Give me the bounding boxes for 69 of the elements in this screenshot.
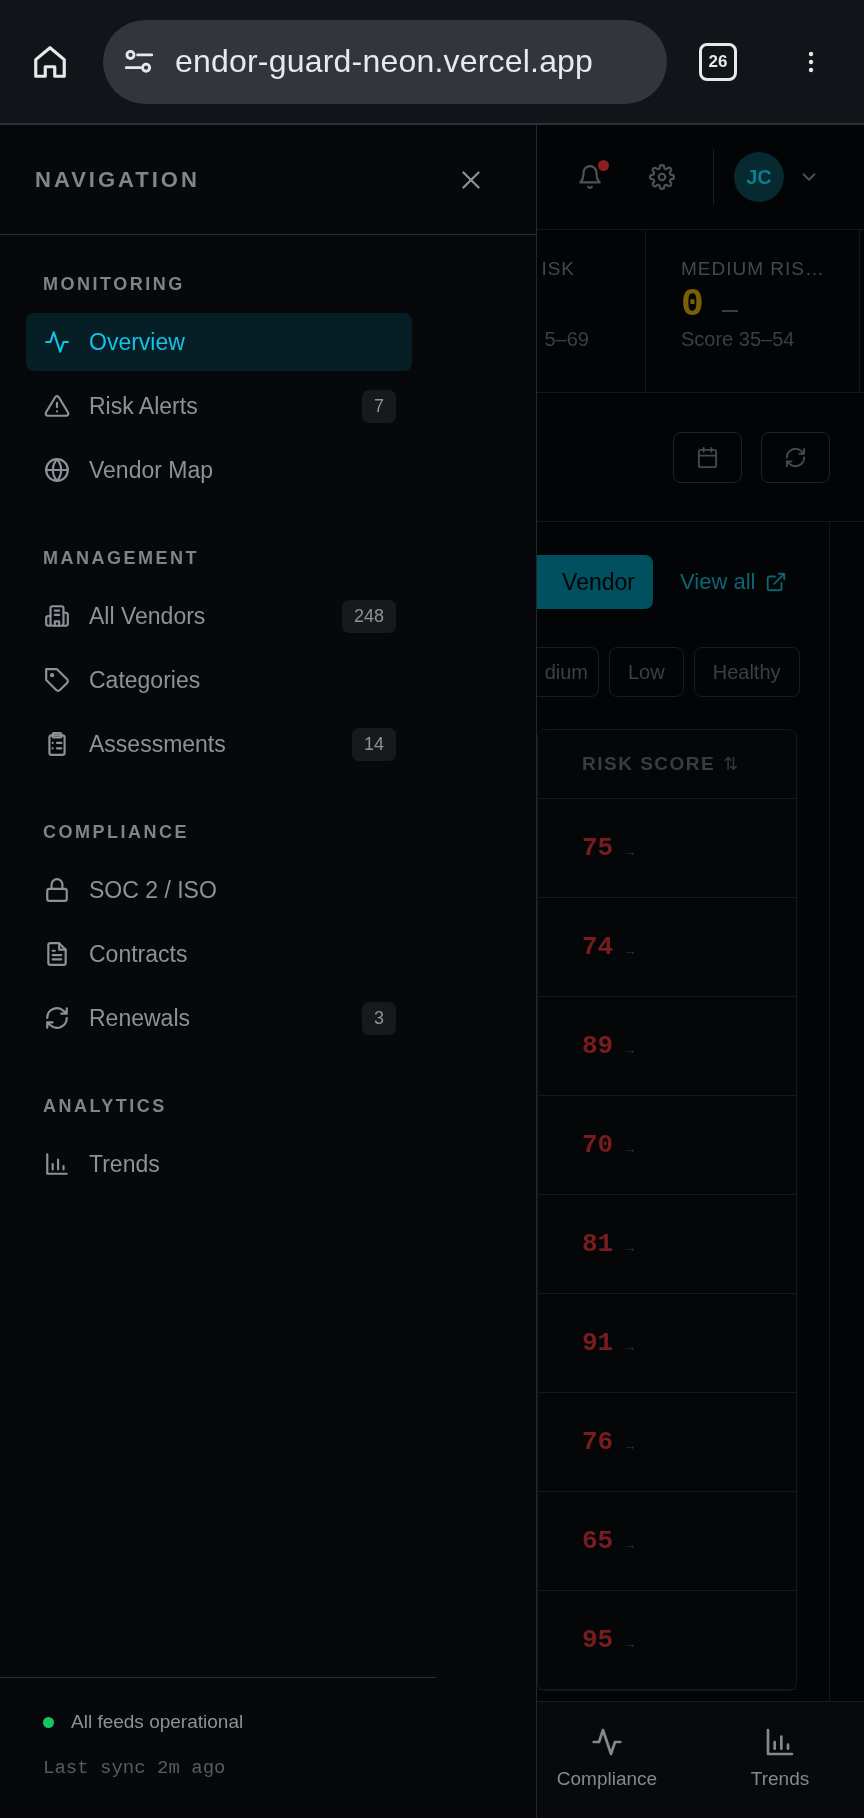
risk-score: 95 [582,1625,614,1655]
count-badge: 14 [351,727,396,761]
bottom-nav-item[interactable]: Compliance [548,1702,666,1818]
section-label: MONITORING [43,275,186,293]
trend-arrow: → [623,942,637,958]
trend-arrow: → [623,1536,637,1552]
risk-score: 65 [582,1526,614,1556]
calendar-button[interactable] [673,431,742,483]
refresh-button[interactable] [761,431,830,483]
nav-item[interactable]: All Vendors 248 [26,587,412,645]
nav-item[interactable]: Overview [26,313,412,371]
activity-icon [44,329,70,355]
refresh-icon [784,445,807,469]
globe-icon [44,457,70,483]
nav-item[interactable]: SOC 2 / ISO [26,861,412,919]
calendar-icon [696,445,719,469]
trend-arrow: → [623,843,637,859]
trend-arrow: → [623,1239,637,1255]
risk-score: 74 [582,932,614,962]
trend-arrow: → [623,1338,637,1354]
trend-arrow: → [623,1041,637,1057]
activity-icon [591,1726,623,1758]
risk-score: 91 [582,1328,614,1358]
stat-value: 0 [681,282,704,326]
section-label: ANALYTICS [43,1097,168,1115]
document-icon [44,941,70,967]
risk-score: 76 [582,1427,614,1457]
trend-arrow: → [623,1635,637,1651]
risk-score: 81 [582,1229,614,1259]
section-label: MANAGEMENT [43,549,200,567]
stat-label: ISK [541,258,575,280]
sync-text: Last sync 2m ago [43,1757,227,1779]
trend-arrow: → [623,1140,637,1156]
trend-arrow: → [623,1437,637,1453]
stat-label: MEDIUM RIS… [681,258,826,280]
nav-item[interactable]: Risk Alerts 7 [26,377,412,435]
nav-item[interactable]: Contracts [26,925,412,983]
status-dot [43,1716,54,1728]
tab-count-button[interactable]: 26 [699,42,737,81]
trend-line [721,310,738,312]
risk-score: 75 [582,833,614,863]
count-badge: 248 [341,599,396,633]
building-icon [44,603,70,629]
stat-caption: Score 35–54 [681,328,796,351]
drawer-title: NAVIGATION [35,166,200,193]
nav-item[interactable]: Vendor Map [26,441,412,499]
bar-chart-icon [44,1151,70,1177]
url-text: endor-guard-neon.vercel.app [175,43,594,80]
external-link-icon [765,571,788,593]
status-text: All feeds operational [71,1711,244,1733]
bar-chart-icon [764,1726,796,1758]
nav-item[interactable]: Categories [26,651,412,709]
count-badge: 7 [362,389,396,423]
refresh-icon [44,1005,70,1031]
warning-icon [44,393,70,419]
bottom-nav-item[interactable]: Trends [721,1702,839,1818]
section-label: COMPLIANCE [43,823,190,841]
nav-item[interactable]: Renewals 3 [26,989,412,1047]
risk-score: 70 [582,1130,614,1160]
risk-score: 89 [582,1031,614,1061]
lock-icon [44,877,70,903]
tag-icon [44,667,70,693]
bell-icon[interactable] [577,164,603,190]
nav-item[interactable]: Trends [26,1135,412,1193]
nav-item[interactable]: Assessments 14 [26,715,412,773]
count-badge: 3 [362,1001,396,1035]
stat-caption: 5–69 [544,328,589,351]
settings-icon[interactable] [649,164,675,190]
address-bar[interactable]: endor-guard-neon.vercel.app [103,19,667,104]
